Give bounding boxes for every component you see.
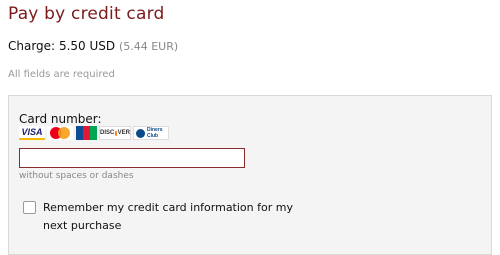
remember-card-checkbox[interactable] — [23, 201, 36, 214]
charge-amount: 5.50 USD — [58, 39, 116, 53]
card-form-panel: Card number: VISA DISC VER Diners Club wi… — [8, 95, 492, 255]
card-number-label: Card number: — [19, 112, 102, 126]
required-fields-note: All fields are required — [8, 69, 115, 80]
card-number-input[interactable] — [19, 148, 245, 168]
charge-line: Charge: 5.50 USD (5.44 EUR) — [8, 39, 178, 53]
remember-card-label[interactable]: Remember my credit card information for … — [43, 199, 293, 235]
diners-club-logo-icon: Diners Club — [133, 126, 169, 140]
page-title: Pay by credit card — [8, 4, 165, 24]
card-number-hint: without spaces or dashes — [19, 171, 134, 181]
mastercard-logo-icon — [47, 126, 73, 140]
accepted-cards-logos: VISA DISC VER Diners Club — [19, 126, 169, 140]
discover-logo-icon: DISC VER — [99, 126, 131, 140]
charge-converted-amount: (5.44 EUR) — [118, 40, 179, 53]
charge-label: Charge: — [8, 39, 56, 53]
visa-logo-icon: VISA — [19, 126, 45, 140]
jcb-logo-icon — [75, 126, 97, 140]
